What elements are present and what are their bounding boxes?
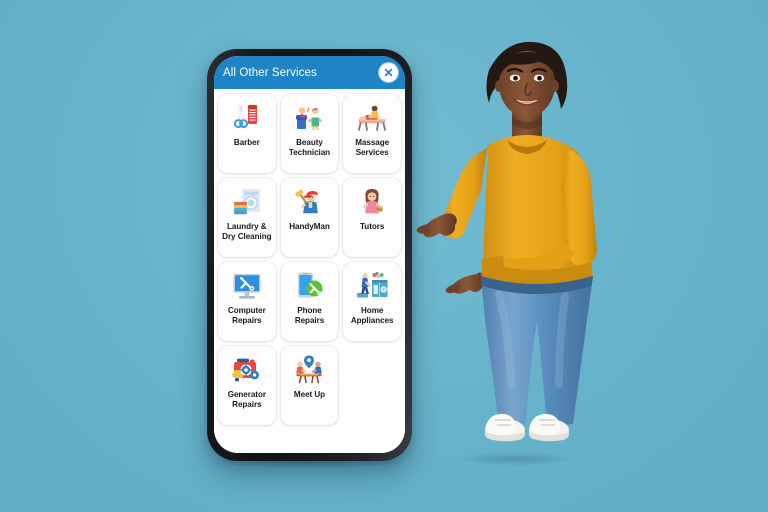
desktop-tools-icon: [233, 274, 261, 299]
service-tile-label: Barber: [233, 138, 260, 147]
service-tile-computer-repairs[interactable]: Computer Repairs: [218, 262, 276, 341]
services-grid: Barber Beauty Technician Massage Service…: [214, 89, 405, 453]
presenter-model: [415, 18, 665, 488]
page-title: All Other Services: [223, 66, 317, 79]
service-tile-label: Meet Up: [293, 390, 326, 399]
tutor-book-icon: [362, 189, 384, 214]
service-tile-meet-up[interactable]: Meet Up: [280, 346, 339, 425]
service-tile-laundry-dry-cleaning[interactable]: Laundry & Dry Cleaning: [218, 178, 276, 257]
service-tile-handyman[interactable]: HandyMan: [280, 178, 339, 257]
kitchen-appliances-icon: [357, 271, 388, 298]
service-tile-tutors[interactable]: Tutors: [343, 178, 401, 257]
presenter-illustration: [416, 41, 597, 442]
service-tile-label: Phone Repairs: [294, 306, 325, 326]
generator-icon: [232, 358, 259, 382]
service-tile-label: Generator Repairs: [227, 390, 266, 410]
service-tile-beauty-technician[interactable]: Beauty Technician: [280, 94, 339, 173]
service-tile-phone-repairs[interactable]: Phone Repairs: [280, 262, 339, 341]
service-tile-generator-repairs[interactable]: Generator Repairs: [218, 346, 276, 425]
service-tile-label: Massage Services: [355, 138, 390, 158]
salon-stylist-icon: [292, 101, 326, 135]
smartphone-mockup: All Other Services Barber Beauty Technic…: [207, 49, 412, 461]
service-tile-label: Laundry & Dry Cleaning: [222, 222, 272, 242]
service-tile-label: HandyMan: [289, 222, 330, 231]
service-tile-label: Tutors: [360, 222, 385, 231]
scissors-comb-icon: [230, 101, 264, 135]
massage-table-icon: [355, 101, 389, 135]
people-table-pin-icon: [296, 355, 323, 384]
service-tile-label: Home Appliances: [350, 306, 394, 326]
app-header-bar: All Other Services: [214, 56, 405, 89]
close-icon[interactable]: [379, 63, 398, 82]
smartphone-tools-icon: [298, 272, 323, 298]
scene: All Other Services Barber Beauty Technic…: [0, 0, 768, 512]
service-tile-label: Beauty Technician: [288, 138, 331, 158]
service-tile-home-appliances[interactable]: Home Appliances: [343, 262, 401, 341]
service-tile-label: Computer Repairs: [227, 306, 266, 326]
worker-hammer-icon: [292, 185, 326, 219]
grid-empty-slot: [343, 346, 401, 425]
service-tile-barber[interactable]: Barber: [218, 94, 276, 173]
phone-screen: All Other Services Barber Beauty Technic…: [214, 56, 405, 453]
service-tile-massage-services[interactable]: Massage Services: [343, 94, 401, 173]
washing-machine-laundry-icon: [230, 185, 264, 219]
